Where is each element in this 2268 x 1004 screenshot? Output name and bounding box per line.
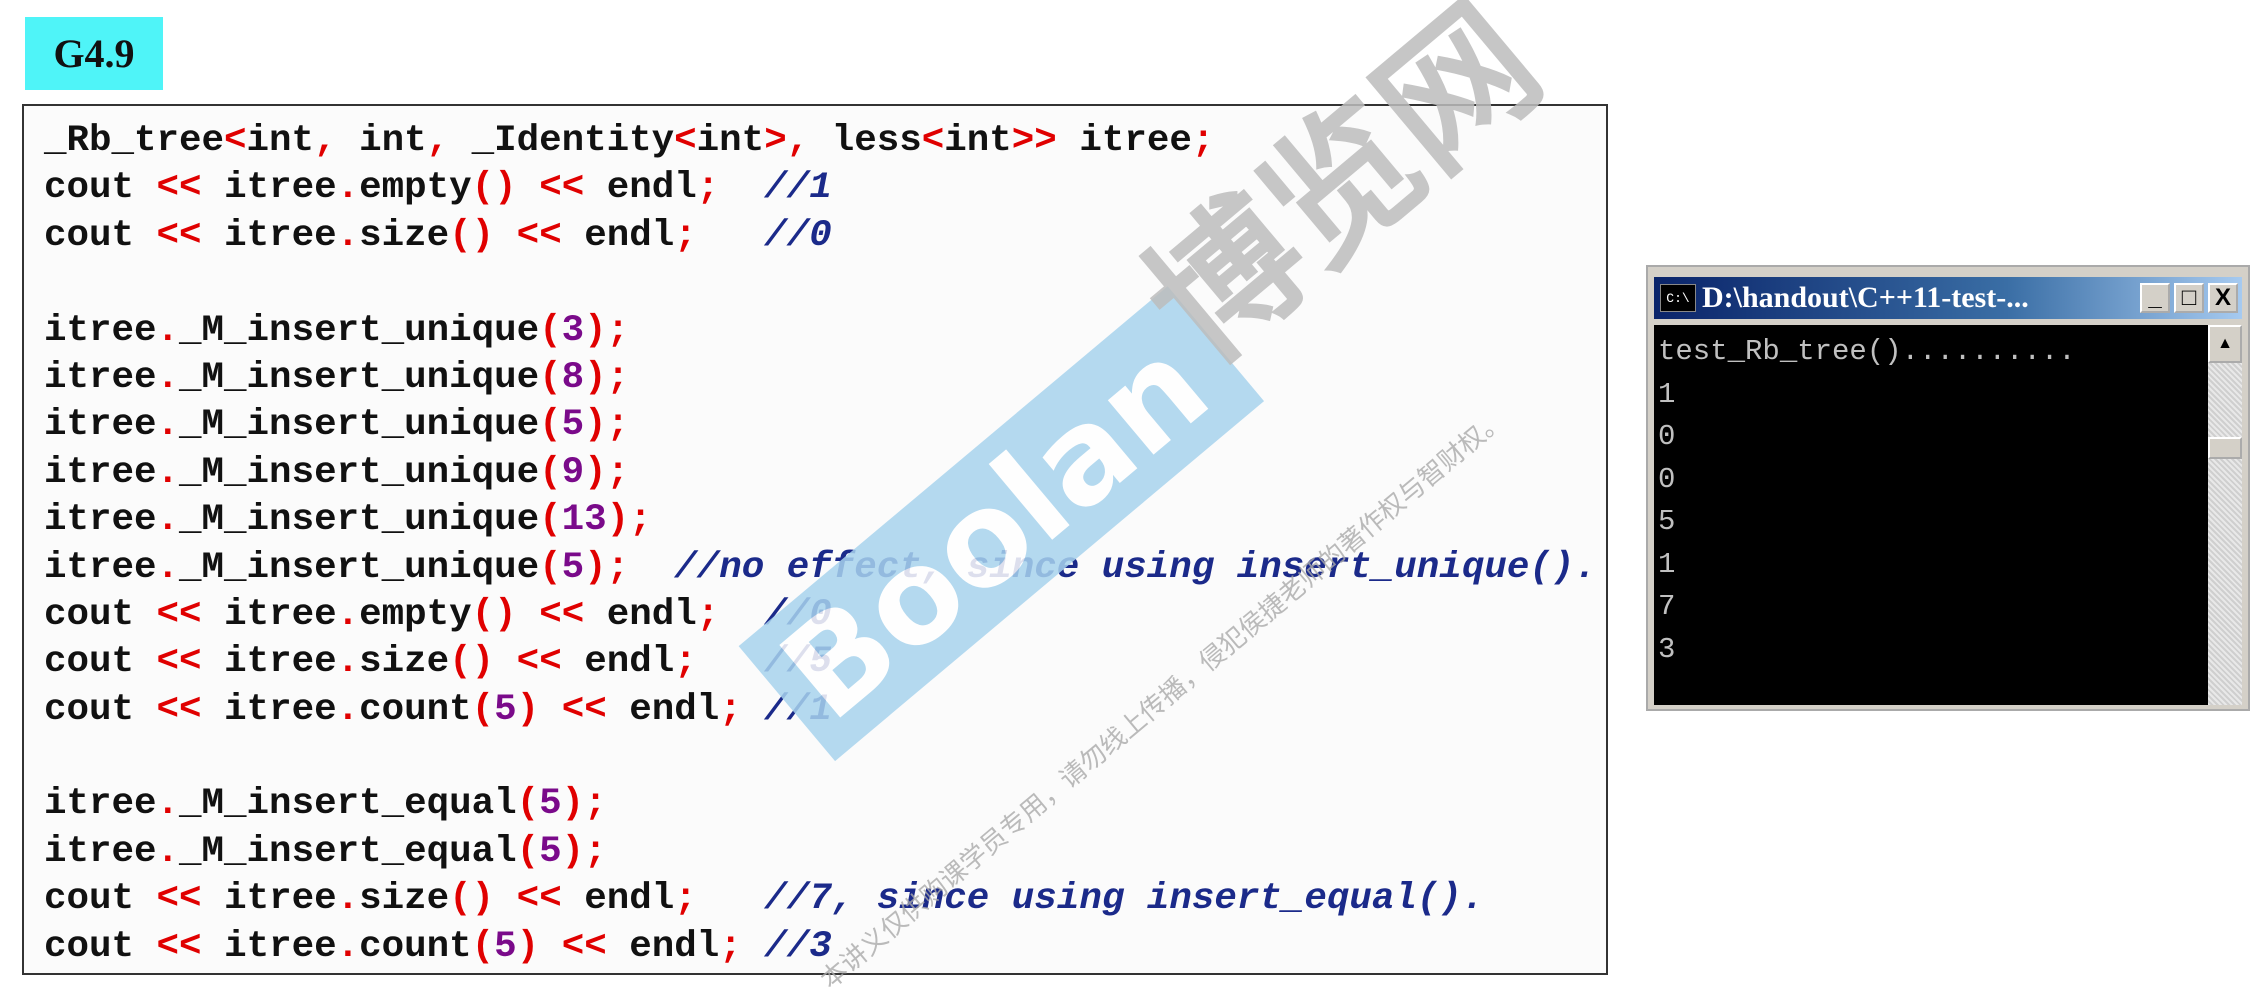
scroll-thumb[interactable] — [2208, 437, 2242, 459]
slide-tag: G4.9 — [25, 17, 163, 90]
code-line: itree._M_insert_unique(13); — [44, 499, 652, 542]
code-line: itree._M_insert_unique(5); — [44, 404, 630, 447]
console-output-line: 1 — [1658, 377, 1676, 411]
console-titlebar[interactable]: C:\ D:\handout\C++11-test-... _ □ X — [1654, 277, 2242, 319]
console-output-line: 1 — [1658, 547, 1676, 581]
code-line: itree._M_insert_unique(9); — [44, 451, 630, 494]
code-line: itree._M_insert_unique(8); — [44, 356, 630, 399]
close-button[interactable]: X — [2208, 283, 2238, 313]
console-output-line: 0 — [1658, 462, 1676, 496]
code-line: cout << itree.empty() << endl; //1 — [44, 167, 832, 210]
console-window: C:\ D:\handout\C++11-test-... _ □ X test… — [1646, 265, 2250, 711]
code-line: cout << itree.size() << endl; //7, since… — [44, 878, 1485, 921]
code-line: cout << itree.size() << endl; //5 — [44, 641, 832, 684]
console-body: test_Rb_tree().......... 1 0 0 5 1 7 3 ▲ — [1654, 325, 2242, 705]
code-line: cout << itree.size() << endl; //0 — [44, 214, 832, 257]
code-line: itree._M_insert_equal(5); — [44, 783, 607, 826]
console-output-line: 7 — [1658, 590, 1676, 623]
console-output-line: 5 — [1658, 505, 1676, 538]
console-scrollbar[interactable]: ▲ — [2208, 325, 2242, 705]
console-app-icon: C:\ — [1660, 284, 1696, 312]
code-comment: //5 — [764, 641, 832, 684]
console-output-line: test_Rb_tree().......... — [1658, 335, 2076, 368]
code-line: itree._M_insert_unique(5); //no effect, … — [44, 546, 1597, 589]
code-comment: //3 — [764, 925, 832, 968]
code-comment: //1 — [764, 167, 832, 210]
maximize-button[interactable]: □ — [2174, 283, 2204, 313]
code-comment: //1 — [764, 688, 832, 731]
code-line: _Rb_tree<int, int, _Identity<int>, less<… — [44, 120, 1215, 162]
code-line: cout << itree.empty() << endl; //0 — [44, 593, 832, 636]
code-comment: //7, since using insert_equal(). — [764, 878, 1485, 921]
minimize-button[interactable]: _ — [2140, 283, 2170, 313]
code-line: itree._M_insert_equal(5); — [44, 830, 607, 873]
code-line: cout << itree.count(5) << endl; //3 — [44, 925, 832, 968]
console-output-line: 3 — [1658, 632, 1676, 666]
code-comment: //0 — [764, 593, 832, 636]
code-lines: _Rb_tree<int, int, _Identity<int>, less<… — [44, 118, 1597, 971]
code-line: itree._M_insert_unique(3); — [44, 309, 630, 352]
console-title: D:\handout\C++11-test-... — [1702, 281, 2029, 314]
console-output-line: 0 — [1658, 420, 1676, 453]
scroll-up-icon[interactable]: ▲ — [2208, 325, 2242, 363]
console-output: test_Rb_tree().......... 1 0 0 5 1 7 3 — [1658, 331, 2076, 671]
code-line: cout << itree.count(5) << endl; //1 — [44, 688, 832, 731]
code-comment: //no effect, since using insert_unique()… — [674, 546, 1597, 589]
code-comment: //0 — [764, 214, 832, 257]
code-panel: _Rb_tree<int, int, _Identity<int>, less<… — [22, 104, 1608, 975]
